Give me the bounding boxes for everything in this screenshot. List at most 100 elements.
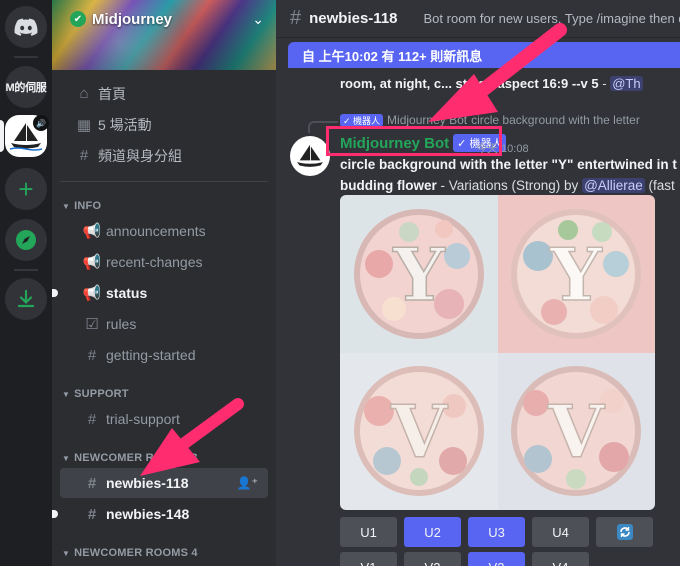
chat-area: # newbies-118 Bot room for new users. Ty… [276, 0, 680, 566]
image-variation-1[interactable]: Y [340, 195, 498, 353]
chevron-down-icon: ▼ [62, 453, 71, 463]
channel-label: newbies-118 [106, 475, 189, 491]
message-body-prompt: budding flower [340, 178, 437, 193]
chevron-down-icon: ▼ [62, 389, 71, 399]
server-icon-label: M的伺服 [5, 82, 47, 94]
v2-button[interactable]: V2 [404, 552, 461, 566]
category-support[interactable]: ▼ SUPPORT [52, 384, 276, 404]
image-grid[interactable]: Y Y V V [340, 195, 655, 510]
nav-item-label: 5 場活動 [98, 116, 152, 133]
server-nav: ⌂ 首頁 ▦ 5 場活動 # 頻道與身分組 ▼ INFO 📢 announcem… [52, 78, 276, 563]
previous-message-dash: - [598, 76, 611, 91]
server-icon-m[interactable]: M的伺服 [5, 66, 47, 108]
category-newcomer-rooms-4[interactable]: ▼ NEWCOMER ROOMS 4 [52, 543, 276, 563]
server-name: Midjourney [92, 10, 173, 28]
image-letter: Y [392, 232, 446, 317]
image-variation-2[interactable]: Y [497, 195, 655, 353]
channel-label: newbies-148 [106, 506, 190, 522]
rail-divider-2 [14, 269, 38, 271]
channel-trial-support[interactable]: # trial-support [60, 404, 268, 434]
u4-button[interactable]: U4 [532, 517, 589, 547]
channels-icon: # [79, 147, 89, 164]
channel-recent-changes[interactable]: 📢 recent-changes [60, 247, 268, 277]
category-label: SUPPORT [74, 388, 129, 400]
selected-server-pill [0, 120, 4, 152]
message-body-tail: (fast [644, 178, 675, 193]
nav-item-label: 頻道與身分組 [98, 147, 182, 164]
new-messages-bar[interactable]: 自 上午10:02 有 112+ 則新訊息 [288, 42, 680, 68]
discord-home-button[interactable] [5, 6, 47, 48]
channel-newbies-118[interactable]: # newbies-118 👤⁺ [60, 468, 268, 498]
reply-bot-tag: ✓ 機器人 [340, 113, 384, 127]
nav-item-home[interactable]: ⌂ 首頁 [52, 78, 276, 109]
category-label: NEWCOMER ROOMS 4 [74, 547, 198, 559]
floral-letter-image: Y [511, 208, 642, 339]
megaphone-icon: 📢 [82, 223, 102, 240]
message-body: circle background with the letter "Y" en… [340, 154, 680, 196]
floral-letter-image: Y [353, 208, 484, 339]
message-body-mid: - Variations (Strong) by [436, 178, 583, 193]
channel-label: trial-support [106, 411, 180, 427]
image-variation-4[interactable]: V [497, 352, 655, 510]
download-apps-button[interactable] [5, 278, 47, 320]
rules-icon: ☑ [85, 316, 99, 333]
nav-divider [60, 181, 268, 182]
variation-button-row: V1 V2 V3 V4 [340, 552, 589, 566]
hash-icon: # [87, 346, 97, 364]
floral-letter-image: V [511, 366, 642, 497]
channel-title: newbies-118 [309, 10, 398, 27]
new-messages-label: 自 上午10:02 有 112+ 則新訊息 [302, 48, 483, 64]
channel-status[interactable]: 📢 status [52, 278, 268, 308]
chevron-down-icon: ▼ [62, 201, 71, 211]
reroll-button[interactable] [596, 517, 653, 547]
nav-item-events[interactable]: ▦ 5 場活動 [52, 109, 276, 140]
megaphone-icon: 📢 [82, 254, 102, 271]
hash-icon: # [290, 7, 302, 29]
previous-message: room, at night, c... style --aspect 16:9… [340, 74, 680, 94]
channel-label: status [106, 285, 148, 301]
unread-indicator [52, 289, 58, 297]
add-member-icon[interactable]: 👤⁺ [237, 476, 258, 490]
nav-item-channels-roles[interactable]: # 頻道與身分組 [52, 140, 276, 171]
channel-topic[interactable]: Bot room for new users. Type /imagine th… [424, 11, 680, 26]
u1-button[interactable]: U1 [340, 517, 397, 547]
v3-button[interactable]: V3 [468, 552, 525, 566]
reply-text: circle background with the letter [471, 113, 640, 127]
server-header[interactable]: ✔ Midjourney ⌄ [52, 0, 276, 38]
u2-button[interactable]: U2 [404, 517, 461, 547]
channel-announcements[interactable]: 📢 announcements [60, 216, 268, 246]
image-variation-3[interactable]: V [340, 352, 498, 510]
upscale-button-row: U1 U2 U3 U4 [340, 517, 653, 547]
category-newcomer-rooms-3[interactable]: ▼ NEWCOMER ROOMS 3 [52, 448, 276, 468]
channel-rules[interactable]: ☑ rules [60, 309, 268, 339]
calendar-icon: ▦ [76, 116, 92, 134]
verified-glyph: ✔ [73, 13, 83, 25]
message-body-line1: circle background with the letter "Y" en… [340, 157, 677, 172]
channel-label: getting-started [106, 347, 196, 363]
hash-threads-icon: # [87, 474, 97, 492]
discord-logo-icon [14, 18, 38, 36]
channel-getting-started[interactable]: # getting-started [60, 340, 268, 370]
u3-button[interactable]: U3 [468, 517, 525, 547]
home-icon: ⌂ [79, 85, 89, 102]
compass-icon [16, 230, 36, 250]
voice-active-icon: 🔊 [33, 115, 49, 131]
category-label: NEWCOMER ROOMS 3 [74, 452, 198, 464]
add-server-button[interactable]: + [5, 168, 47, 210]
server-rail: M的伺服 🔊 + [0, 0, 52, 566]
chevron-down-icon: ⌄ [252, 10, 264, 27]
refresh-icon [616, 524, 633, 540]
explore-servers-button[interactable] [5, 219, 47, 261]
user-mention[interactable]: @Th [610, 76, 643, 91]
reply-reference[interactable]: ✓ 機器人 Midjourney Bot circle background w… [340, 113, 680, 127]
image-letter: Y [550, 232, 604, 317]
channel-newbies-148[interactable]: # newbies-148 [52, 499, 268, 529]
chevron-down-icon: ▼ [62, 548, 71, 558]
user-mention[interactable]: @Allierae [582, 178, 645, 193]
v4-button[interactable]: V4 [532, 552, 589, 566]
midjourney-boat-icon [297, 144, 323, 167]
channel-header: # newbies-118 Bot room for new users. Ty… [276, 0, 680, 38]
bot-avatar[interactable] [290, 136, 330, 176]
v1-button[interactable]: V1 [340, 552, 397, 566]
category-info[interactable]: ▼ INFO [52, 196, 276, 216]
